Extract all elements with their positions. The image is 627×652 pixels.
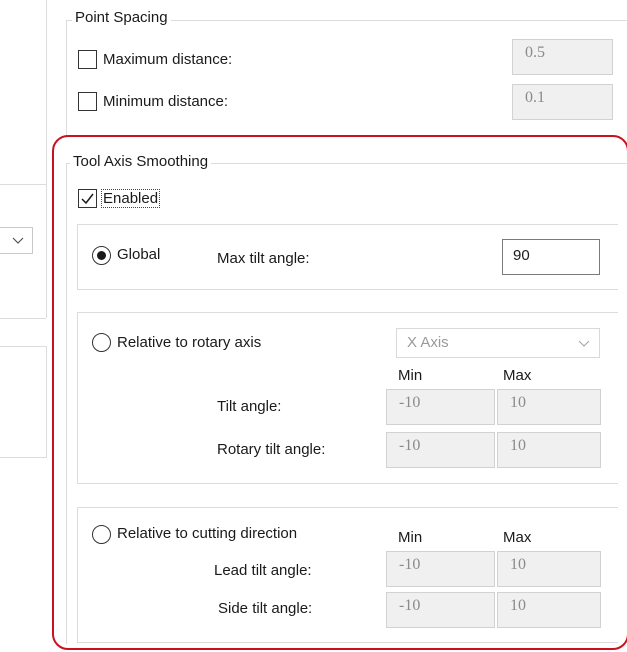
- left-panel-rule-3: [0, 346, 46, 347]
- min-distance-field[interactable]: 0.1: [512, 84, 613, 120]
- radio-selected-dot: [97, 251, 106, 260]
- max-distance-checkbox[interactable]: [78, 50, 97, 69]
- chevron-down-icon: [578, 340, 590, 347]
- max-distance-label: Maximum distance:: [103, 51, 233, 68]
- min-distance-label: Minimum distance:: [103, 93, 229, 110]
- lead-tilt-min-field[interactable]: -10: [386, 551, 495, 587]
- rotary-max-header: Max: [503, 367, 532, 384]
- cutting-max-header: Max: [503, 529, 532, 546]
- tool-axis-smoothing-title: Tool Axis Smoothing: [70, 153, 212, 170]
- left-panel-divider: [46, 0, 47, 318]
- tilt-angle-label: Tilt angle:: [217, 398, 282, 415]
- left-panel-rule-4: [0, 457, 46, 458]
- min-distance-checkbox[interactable]: [78, 92, 97, 111]
- rotary-tilt-label: Rotary tilt angle:: [217, 441, 326, 458]
- rotary-min-header: Min: [398, 367, 423, 384]
- left-panel-divider-2: [46, 346, 47, 458]
- enabled-checkbox[interactable]: [78, 189, 97, 208]
- tilt-max-field[interactable]: 10: [497, 389, 601, 425]
- left-dropdown[interactable]: [0, 227, 33, 254]
- chevron-down-icon: [12, 237, 24, 244]
- cutting-label: Relative to cutting direction: [117, 525, 298, 542]
- left-panel-rule-1: [0, 184, 46, 185]
- lead-tilt-max-field[interactable]: 10: [497, 551, 601, 587]
- cutting-radio[interactable]: [92, 525, 111, 544]
- checkmark-icon: [81, 193, 94, 205]
- axis-select[interactable]: X Axis: [396, 328, 600, 358]
- rotary-tilt-max-field[interactable]: 10: [497, 432, 601, 468]
- side-tilt-label: Side tilt angle:: [218, 600, 313, 617]
- max-distance-field[interactable]: 0.5: [512, 39, 613, 75]
- max-tilt-field[interactable]: 90: [502, 239, 600, 275]
- rotary-radio[interactable]: [92, 333, 111, 352]
- tilt-min-field[interactable]: -10: [386, 389, 495, 425]
- global-label: Global: [117, 246, 161, 263]
- left-panel-rule-2: [0, 318, 46, 319]
- side-tilt-min-field[interactable]: -10: [386, 592, 495, 628]
- point-spacing-title: Point Spacing: [72, 9, 171, 26]
- axis-select-value: X Axis: [407, 334, 449, 351]
- rotary-tilt-min-field[interactable]: -10: [386, 432, 495, 468]
- side-tilt-max-field[interactable]: 10: [497, 592, 601, 628]
- global-radio[interactable]: [92, 246, 111, 265]
- lead-tilt-label: Lead tilt angle:: [214, 562, 312, 579]
- max-tilt-label: Max tilt angle:: [217, 250, 310, 267]
- enabled-label: Enabled: [101, 189, 161, 208]
- rotary-label: Relative to rotary axis: [117, 334, 262, 351]
- cutting-min-header: Min: [398, 529, 423, 546]
